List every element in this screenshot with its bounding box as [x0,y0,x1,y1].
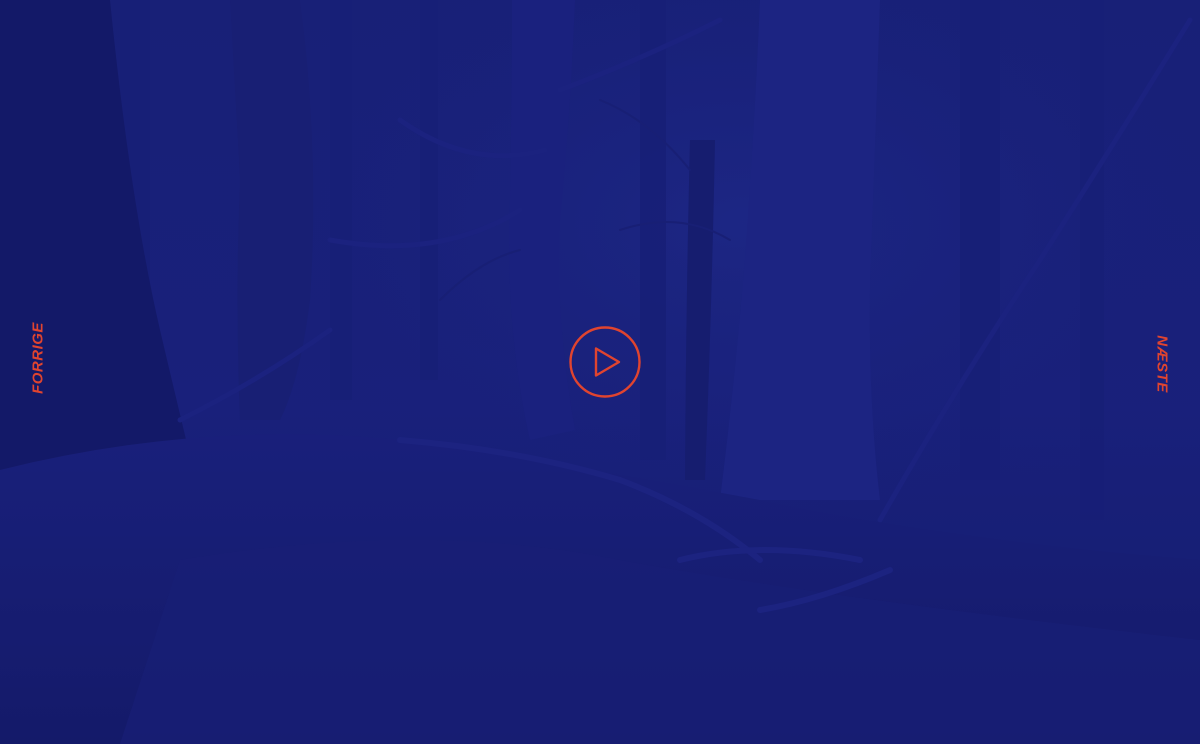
previous-link[interactable]: FORRIGE [29,316,47,400]
video-stage: FORRIGE NÆSTE [0,0,1200,744]
play-button[interactable] [569,326,641,398]
play-icon [569,326,641,398]
next-link[interactable]: NÆSTE [1153,328,1171,400]
previous-label: FORRIGE [29,322,47,394]
next-label: NÆSTE [1153,335,1171,393]
